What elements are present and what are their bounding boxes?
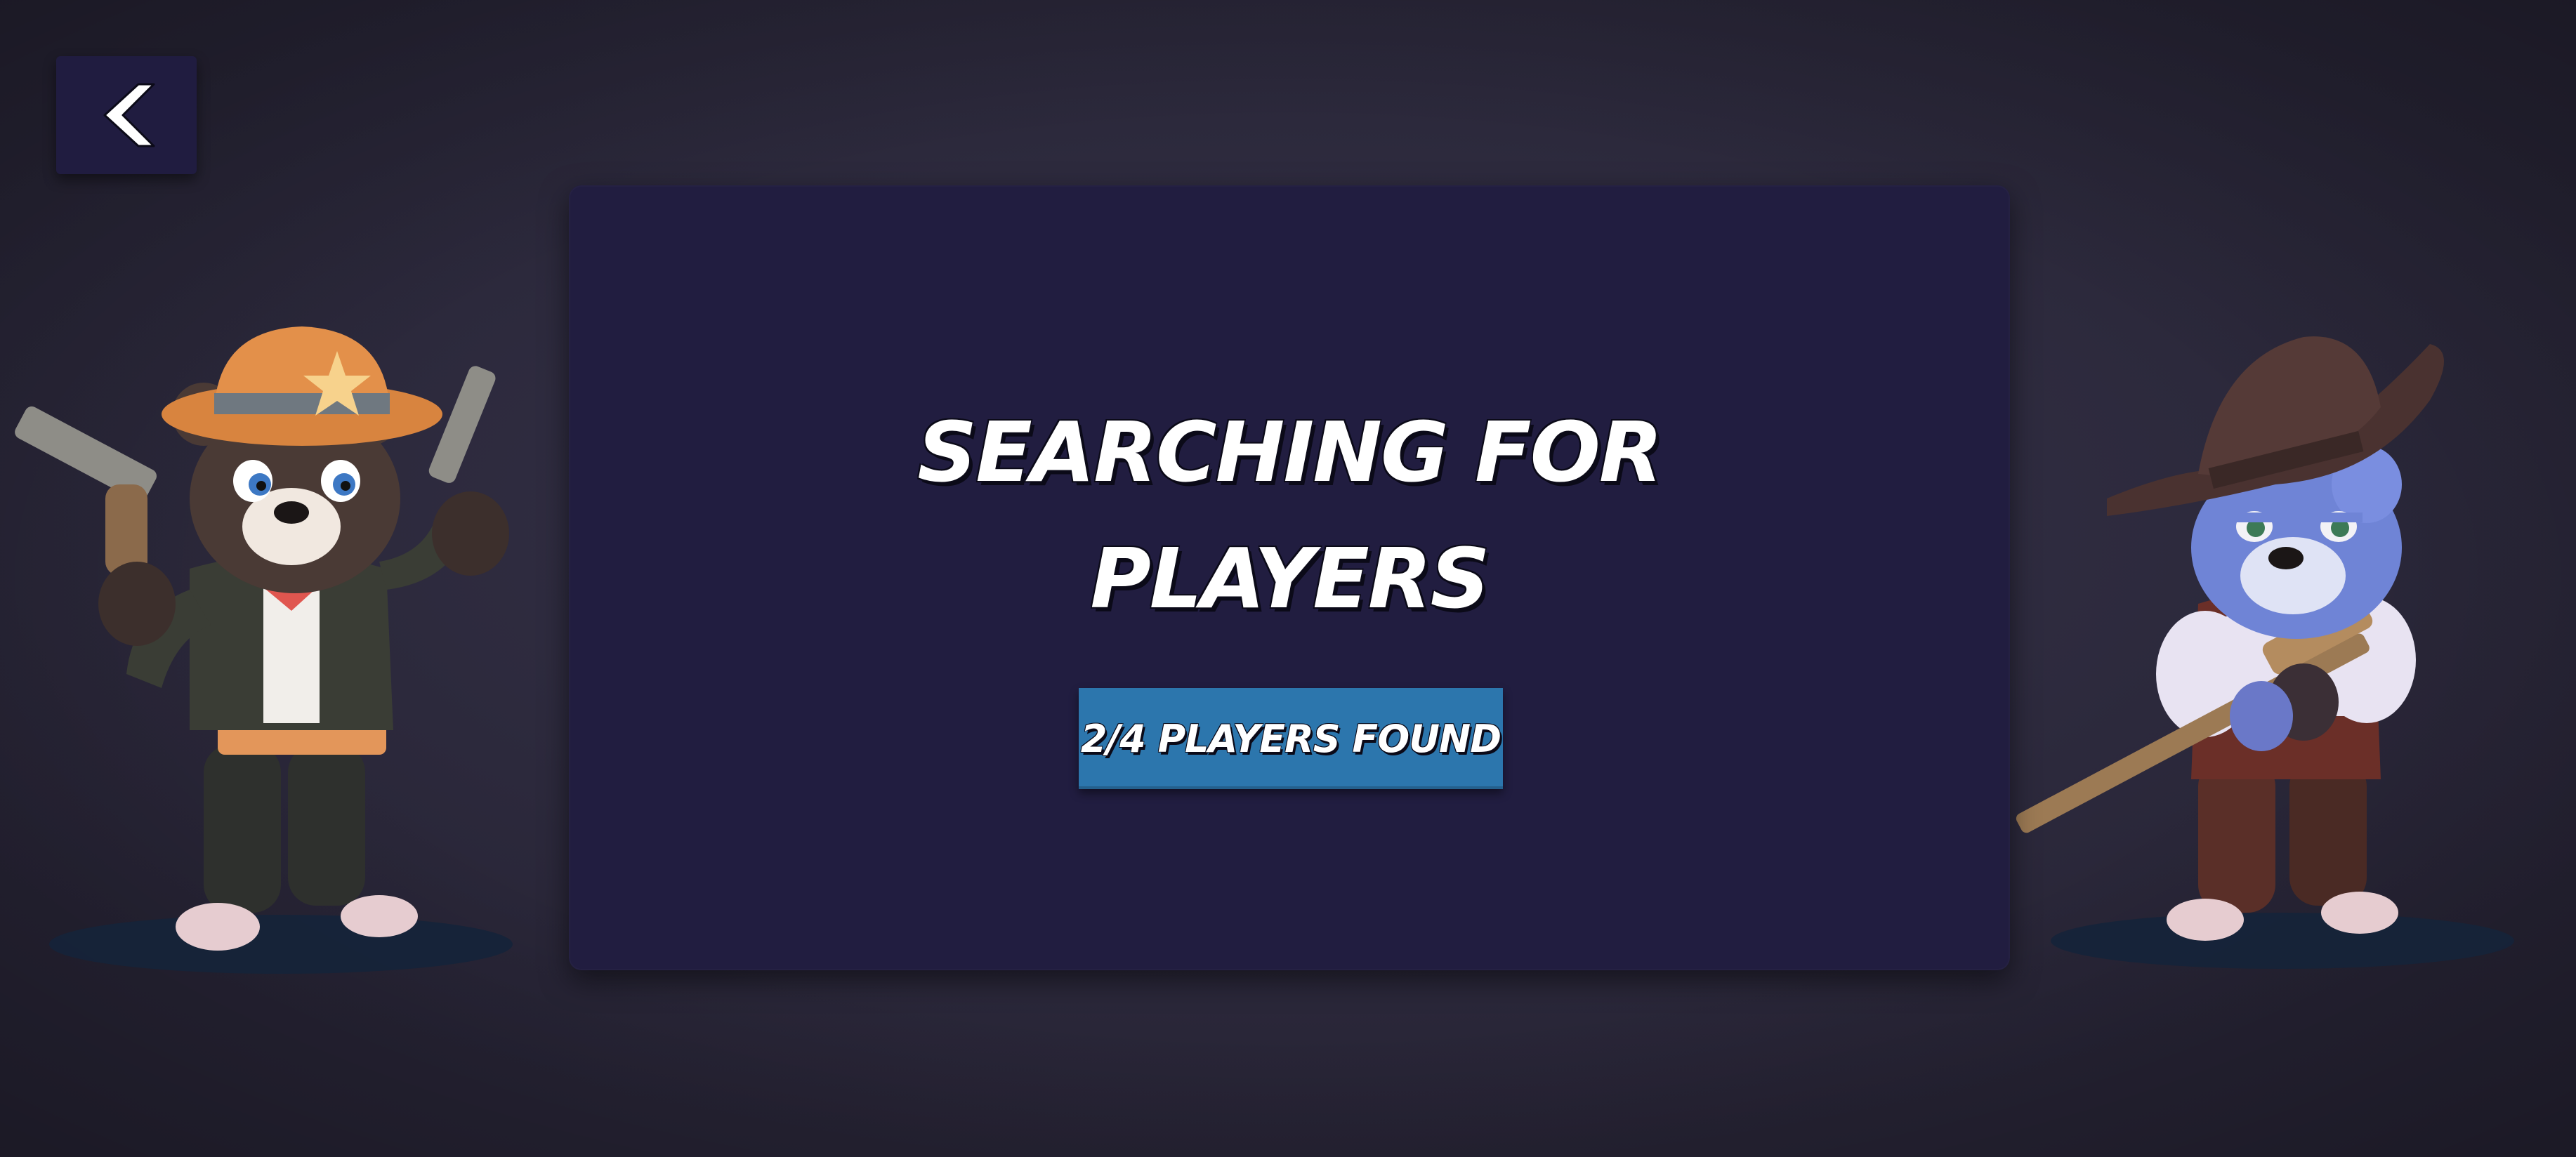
title-line-2: PLAYERS xyxy=(1090,530,1490,627)
cowboy-bear-character xyxy=(15,326,513,974)
searching-title: SEARCHING FOR PLAYERS xyxy=(569,389,2010,642)
title-line-1: SEARCHING FOR xyxy=(917,404,1663,501)
outlaw-bear-character xyxy=(2016,336,2514,969)
back-button[interactable] xyxy=(56,56,197,174)
players-found-badge: 2/4 PLAYERS FOUND xyxy=(1079,688,1503,789)
matchmaking-panel: SEARCHING FOR PLAYERS 2/4 PLAYERS FOUND xyxy=(569,185,2010,970)
chevron-left-icon xyxy=(103,83,155,147)
players-found-label: 2/4 PLAYERS FOUND xyxy=(1080,716,1501,761)
